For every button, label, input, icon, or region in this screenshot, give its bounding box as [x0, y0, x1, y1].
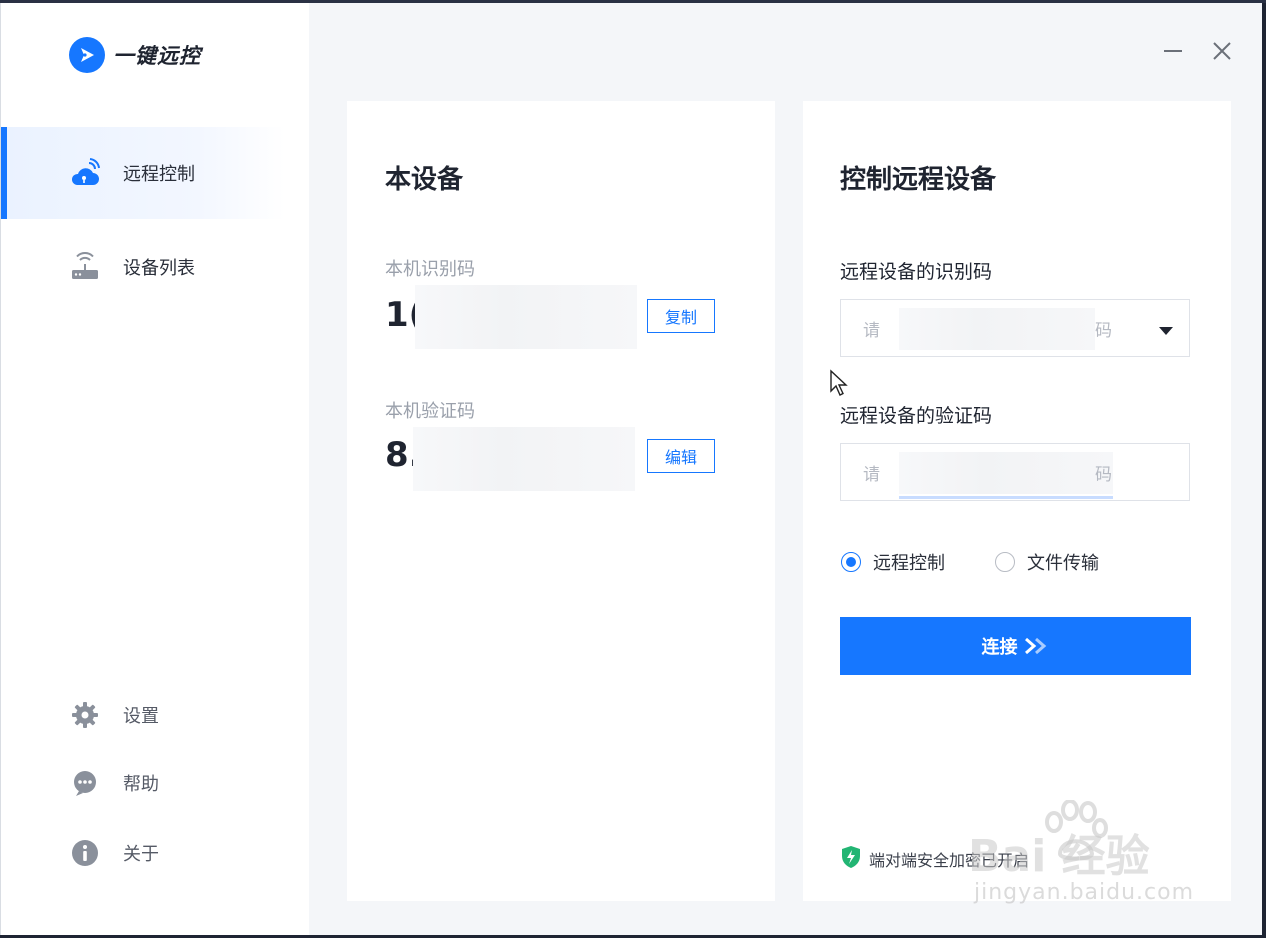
app-logo: 一键远控 [69, 37, 201, 73]
logo-icon [69, 37, 105, 73]
help-label: 帮助 [123, 774, 159, 795]
minimize-button[interactable] [1159, 39, 1187, 67]
remote-code-label: 远程设备的验证码 [840, 405, 993, 427]
close-icon [1211, 40, 1233, 66]
redacted-area [899, 452, 1113, 494]
remote-device-title: 控制远程设备 [840, 165, 997, 195]
dropdown-caret-icon[interactable] [1159, 321, 1173, 341]
watermark: Bai 经验 jingyan.baidu.com [968, 800, 1208, 912]
local-code-label: 本机验证码 [385, 401, 475, 422]
local-device-panel: 本设备 本机识别码 1( 复制 本机验证码 8. 编辑 [347, 101, 775, 901]
router-icon [69, 251, 101, 283]
focus-underline [899, 496, 1113, 499]
connect-button[interactable]: 连接 [840, 617, 1191, 675]
cloud-remote-icon [69, 157, 101, 189]
local-id-label: 本机识别码 [385, 259, 475, 280]
watermark-brand: Bai 经验 [968, 831, 1150, 882]
radio-label: 远程控制 [873, 553, 945, 574]
redacted-area [413, 427, 635, 491]
local-device-title: 本设备 [385, 165, 464, 195]
mouse-cursor-icon [829, 369, 849, 401]
chat-help-icon [69, 767, 101, 799]
gear-icon [69, 699, 101, 731]
placeholder-start: 请 [863, 320, 880, 341]
redacted-area [415, 285, 637, 349]
about-label: 关于 [123, 844, 159, 865]
sidebar-item-device-list[interactable]: 设备列表 [1, 221, 285, 313]
placeholder-end: 码 [1095, 464, 1112, 485]
close-button[interactable] [1208, 39, 1236, 67]
double-chevron-right-icon [1024, 637, 1050, 655]
settings-label: 设置 [123, 706, 159, 727]
sidebar-item-settings[interactable]: 设置 [69, 699, 159, 731]
watermark-url: jingyan.baidu.com [974, 880, 1195, 905]
mode-file-transfer-radio[interactable]: 文件传输 [995, 549, 1099, 575]
radio-checked-icon [841, 552, 861, 572]
sidebar-item-label: 远程控制 [123, 164, 195, 185]
connect-label: 连接 [981, 637, 1018, 658]
sidebar-item-label: 设备列表 [123, 258, 195, 279]
sidebar-item-remote-control[interactable]: 远程控制 [1, 127, 285, 219]
sidebar: 一键远控 远程控制 设备列表 设置 帮助 关于 [1, 3, 309, 935]
remote-id-input[interactable]: 请 码 [840, 299, 1190, 357]
remote-code-input[interactable]: 请 码 [840, 443, 1190, 501]
placeholder-start: 请 [863, 464, 880, 485]
copy-button[interactable]: 复制 [647, 299, 715, 333]
placeholder-end: 码 [1095, 320, 1112, 341]
app-window: 一键远控 远程控制 设备列表 设置 帮助 关于 本设备 本机识别码 1(复制 … [0, 3, 1262, 935]
info-icon [69, 837, 101, 869]
remote-id-label: 远程设备的识别码 [840, 261, 993, 283]
mode-remote-control-radio[interactable]: 远程控制 [841, 549, 945, 575]
redacted-area [899, 308, 1095, 350]
radio-label: 文件传输 [1027, 553, 1099, 574]
sidebar-item-help[interactable]: 帮助 [69, 767, 159, 799]
app-name: 一键远控 [113, 44, 201, 68]
edit-button[interactable]: 编辑 [647, 439, 715, 473]
remote-device-panel: 控制远程设备 远程设备的识别码 请 码 远程设备的验证码 请 码 远程控制 文件… [803, 101, 1231, 901]
shield-icon [841, 845, 861, 873]
radio-unchecked-icon [995, 552, 1015, 572]
sidebar-item-about[interactable]: 关于 [69, 837, 159, 869]
minimize-icon [1162, 40, 1184, 66]
